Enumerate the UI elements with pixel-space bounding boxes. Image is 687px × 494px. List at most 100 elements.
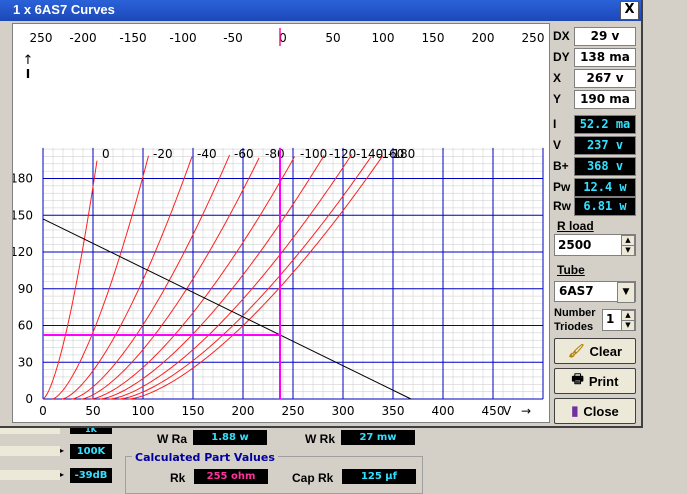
- x-tick-label: 0: [39, 404, 47, 418]
- window-title: 1 x 6AS7 Curves: [13, 2, 115, 17]
- spin-down-icon[interactable]: ▼: [621, 245, 635, 256]
- x-tick-label: 100: [132, 404, 155, 418]
- dropdown-arrow-icon[interactable]: ▼: [617, 282, 635, 303]
- top-tick-label: -50: [223, 31, 243, 45]
- calc-rw-label: Rw: [553, 199, 571, 213]
- calc-bplus-value: 368 v: [574, 157, 636, 176]
- calc-v-label: V: [553, 138, 562, 152]
- tube-value: 6AS7: [559, 284, 594, 298]
- y-tick-label: 0: [25, 392, 33, 406]
- print-button[interactable]: 🖶 Print: [554, 368, 636, 394]
- y-tick-label: 180: [13, 172, 33, 186]
- y-axis-label: I: [26, 67, 30, 81]
- close-window-button[interactable]: X: [620, 1, 639, 20]
- top-tick-label: 150: [422, 31, 445, 45]
- arrow-icon[interactable]: ▸: [60, 470, 68, 482]
- y-tick-label: 120: [13, 245, 33, 259]
- x-tick-label: 200: [232, 404, 255, 418]
- wrk-value: 27 mw: [341, 430, 415, 445]
- top-tick-label: 100: [372, 31, 395, 45]
- top-tick-label: -100: [169, 31, 196, 45]
- curve-label: -40: [197, 147, 217, 161]
- x-tick-label: 250: [282, 404, 305, 418]
- calc-bplus-label: B+: [553, 159, 569, 173]
- group-title: Calculated Part Values: [132, 451, 278, 464]
- calc-pw-label: Pw: [553, 180, 571, 194]
- value-db: -39dB: [70, 468, 112, 483]
- y-tick-label: 150: [13, 208, 33, 222]
- spin-down-icon[interactable]: ▼: [621, 320, 635, 331]
- left-controls: 1K ▸ 100K ▸ -39dB: [0, 426, 117, 493]
- top-tick-label: 200: [472, 31, 495, 45]
- x-tick-label: 150: [182, 404, 205, 418]
- title-bar[interactable]: 1 x 6AS7 Curves X: [0, 0, 641, 21]
- readout-y-label: Y: [553, 92, 562, 106]
- rk-label: Rk: [170, 471, 186, 485]
- readout-dx-label: DX: [553, 29, 570, 43]
- plot-area[interactable]: 0 50 100 150 200 250 300 350 400 450 0 30 60 90 120 150…: [10, 23, 550, 423]
- wrk-label: W Rk: [305, 432, 335, 446]
- arrow-icon[interactable]: ▸: [60, 446, 68, 458]
- value-100k: 100K: [70, 444, 112, 459]
- printer-icon: 🖶: [571, 371, 584, 386]
- top-tick-label: -200: [69, 31, 96, 45]
- curve-label: 0: [102, 147, 110, 161]
- print-label: Print: [588, 373, 619, 389]
- curve-label: -20: [153, 147, 173, 161]
- load-line: [42, 218, 412, 400]
- curves-chart[interactable]: 0 50 100 150 200 250 300 350 400 450 0 30 60 90 120 150…: [10, 24, 549, 422]
- tube-label: Tube: [557, 263, 585, 277]
- tube-select[interactable]: 6AS7 ▼: [554, 281, 636, 303]
- close-label: Close: [583, 403, 619, 419]
- x-tick-label: 400: [432, 404, 455, 418]
- clear-label: Clear: [589, 343, 623, 359]
- curve-label: -180: [388, 147, 415, 161]
- x-tick-label: 450: [482, 404, 505, 418]
- brush-icon: 🖌: [567, 343, 585, 358]
- arrow-right-icon: →: [521, 404, 531, 418]
- calc-i-value: 52.2 ma: [574, 115, 636, 134]
- clear-button[interactable]: 🖌 Clear: [554, 338, 636, 364]
- x-axis-label: V: [503, 404, 512, 418]
- close-button[interactable]: ▮ Close: [554, 398, 636, 424]
- caprk-label: Cap Rk: [292, 471, 334, 485]
- calc-i-label: I: [553, 117, 557, 131]
- calc-pw-value: 12.4 w: [574, 178, 636, 197]
- bottom-panel: W Ra 1.88 w W Rk 27 mw Calculated Part V…: [117, 426, 423, 494]
- curve-label: -80: [265, 147, 285, 161]
- rk-value: 255 ohm: [194, 469, 268, 484]
- y-tick-label: 60: [18, 319, 33, 333]
- triodes-spinner[interactable]: 1 ▲ ▼: [602, 309, 636, 331]
- readout-x-label: X: [553, 71, 562, 85]
- readout-dy-value: 138 ma: [574, 48, 636, 67]
- rload-value: 2500: [558, 238, 592, 252]
- y-tick-label: 30: [18, 355, 33, 369]
- curve-label: -100: [300, 147, 327, 161]
- readout-y-value: 190 ma: [574, 90, 636, 109]
- rload-label: R load: [557, 219, 594, 233]
- background-right-strip: [643, 0, 687, 493]
- x-tick-label: 50: [85, 404, 100, 418]
- triodes-value: 1: [606, 312, 615, 326]
- readout-dy-label: DY: [553, 50, 570, 64]
- wra-value: 1.88 w: [193, 430, 267, 445]
- x-tick-label: 300: [332, 404, 355, 418]
- top-tick-label: 50: [325, 31, 340, 45]
- slider-track[interactable]: [0, 470, 60, 480]
- slider-track[interactable]: [0, 446, 60, 456]
- top-tick-label: 250: [522, 31, 545, 45]
- triodes-label: Number Triodes: [554, 306, 596, 334]
- triodes-label-line1: Number: [554, 307, 596, 319]
- x-tick-label: 350: [382, 404, 405, 418]
- top-tick-label: -150: [119, 31, 146, 45]
- readout-x-value: 267 v: [574, 69, 636, 88]
- calc-rw-value: 6.81 w: [574, 197, 636, 216]
- calculated-values-group: Calculated Part Values Rk 255 ohm Cap Rk…: [125, 451, 423, 494]
- rload-spinner[interactable]: 2500 ▲ ▼: [554, 234, 636, 256]
- door-icon: ▮: [571, 403, 579, 418]
- wra-label: W Ra: [157, 432, 187, 446]
- curve-label: -120: [329, 147, 356, 161]
- curves-window: 1 x 6AS7 Curves X 0 50 100 150 200 250 300 350 4…: [0, 0, 643, 428]
- top-tick-label: 250: [30, 31, 53, 45]
- readout-dx-value: 29 v: [574, 27, 636, 46]
